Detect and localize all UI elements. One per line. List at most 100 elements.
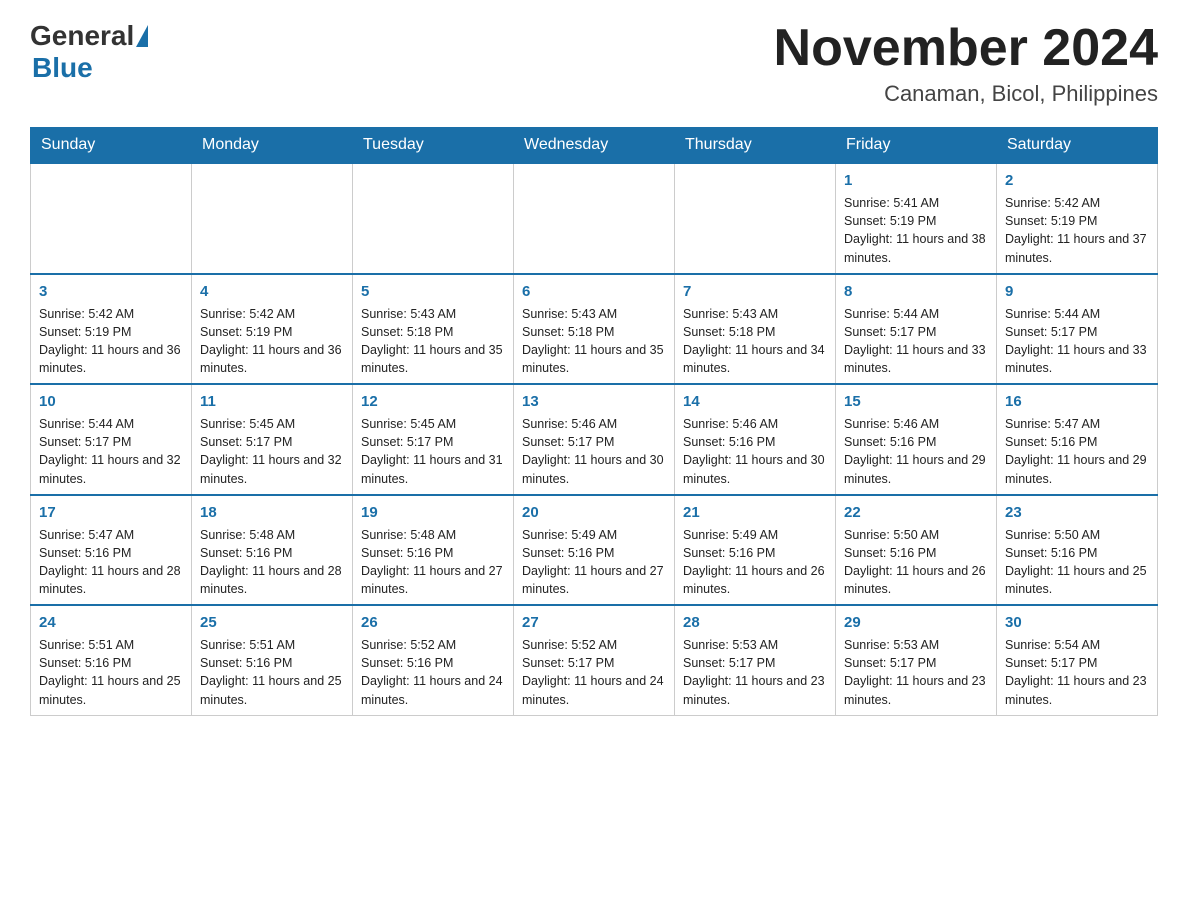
calendar-cell: 22 Sunrise: 5:50 AMSunset: 5:16 PMDayligh… (836, 495, 997, 606)
logo-triangle-icon (136, 25, 148, 47)
calendar-cell: 13Sunrise: 5:46 AMSunset: 5:17 PMDayligh… (514, 384, 675, 495)
day-number: 14 (683, 391, 827, 412)
day-number: 11 (200, 391, 344, 412)
calendar-cell: 20 Sunrise: 5:49 AMSunset: 5:16 PMDayligh… (514, 495, 675, 606)
day-info: Sunrise: 5:44 AMSunset: 5:17 PMDaylight:… (1005, 305, 1149, 378)
calendar-cell: 7 Sunrise: 5:43 AMSunset: 5:18 PMDaylight… (675, 274, 836, 385)
day-number: 30 (1005, 612, 1149, 633)
day-info: Sunrise: 5:52 AMSunset: 5:16 PMDaylight:… (361, 636, 505, 709)
calendar-cell: 10Sunrise: 5:44 AMSunset: 5:17 PMDayligh… (31, 384, 192, 495)
day-number: 8 (844, 281, 988, 302)
day-number: 13 (522, 391, 666, 412)
day-info: Sunrise: 5:46 AMSunset: 5:16 PMDaylight:… (683, 415, 827, 488)
day-info: Sunrise: 5:52 AMSunset: 5:17 PMDaylight:… (522, 636, 666, 709)
calendar-cell: 11 Sunrise: 5:45 AMSunset: 5:17 PMDayligh… (192, 384, 353, 495)
calendar-cell: 16 Sunrise: 5:47 AMSunset: 5:16 PMDayligh… (997, 384, 1158, 495)
day-info: Sunrise: 5:50 AMSunset: 5:16 PMDaylight:… (844, 526, 988, 599)
calendar-cell (31, 163, 192, 274)
calendar-cell (353, 163, 514, 274)
day-number: 21 (683, 502, 827, 523)
calendar-week-row: 10Sunrise: 5:44 AMSunset: 5:17 PMDayligh… (31, 384, 1158, 495)
day-info: Sunrise: 5:46 AMSunset: 5:16 PMDaylight:… (844, 415, 988, 488)
day-number: 17 (39, 502, 183, 523)
calendar-cell (675, 163, 836, 274)
day-number: 3 (39, 281, 183, 302)
day-info: Sunrise: 5:45 AMSunset: 5:17 PMDaylight:… (361, 415, 505, 488)
calendar-cell: 19 Sunrise: 5:48 AMSunset: 5:16 PMDayligh… (353, 495, 514, 606)
calendar-cell: 6Sunrise: 5:43 AMSunset: 5:18 PMDaylight… (514, 274, 675, 385)
day-info: Sunrise: 5:49 AMSunset: 5:16 PMDaylight:… (683, 526, 827, 599)
weekday-header-row: SundayMondayTuesdayWednesdayThursdayFrid… (31, 128, 1158, 164)
day-info: Sunrise: 5:48 AMSunset: 5:16 PMDaylight:… (200, 526, 344, 599)
calendar-cell: 5 Sunrise: 5:43 AMSunset: 5:18 PMDaylight… (353, 274, 514, 385)
day-number: 25 (200, 612, 344, 633)
weekday-header-wednesday: Wednesday (514, 128, 675, 164)
calendar-cell: 8 Sunrise: 5:44 AMSunset: 5:17 PMDaylight… (836, 274, 997, 385)
title-area: November 2024 Canaman, Bicol, Philippine… (774, 20, 1158, 107)
calendar-cell: 27 Sunrise: 5:52 AMSunset: 5:17 PMDayligh… (514, 605, 675, 715)
day-number: 4 (200, 281, 344, 302)
weekday-header-monday: Monday (192, 128, 353, 164)
day-number: 19 (361, 502, 505, 523)
day-info: Sunrise: 5:54 AMSunset: 5:17 PMDaylight:… (1005, 636, 1149, 709)
calendar-cell: 28 Sunrise: 5:53 AMSunset: 5:17 PMDayligh… (675, 605, 836, 715)
calendar-cell: 14 Sunrise: 5:46 AMSunset: 5:16 PMDayligh… (675, 384, 836, 495)
day-number: 28 (683, 612, 827, 633)
calendar-cell: 12Sunrise: 5:45 AMSunset: 5:17 PMDayligh… (353, 384, 514, 495)
day-number: 22 (844, 502, 988, 523)
day-number: 7 (683, 281, 827, 302)
weekday-header-tuesday: Tuesday (353, 128, 514, 164)
logo-general-text: General (30, 20, 134, 52)
day-number: 6 (522, 281, 666, 302)
day-info: Sunrise: 5:42 AMSunset: 5:19 PMDaylight:… (200, 305, 344, 378)
calendar-cell: 9Sunrise: 5:44 AMSunset: 5:17 PMDaylight… (997, 274, 1158, 385)
day-info: Sunrise: 5:48 AMSunset: 5:16 PMDaylight:… (361, 526, 505, 599)
calendar-cell: 2 Sunrise: 5:42 AMSunset: 5:19 PMDaylight… (997, 163, 1158, 274)
calendar-cell: 29 Sunrise: 5:53 AMSunset: 5:17 PMDayligh… (836, 605, 997, 715)
calendar-cell: 26 Sunrise: 5:52 AMSunset: 5:16 PMDayligh… (353, 605, 514, 715)
calendar-week-row: 24 Sunrise: 5:51 AMSunset: 5:16 PMDayligh… (31, 605, 1158, 715)
calendar-cell: 17 Sunrise: 5:47 AMSunset: 5:16 PMDayligh… (31, 495, 192, 606)
logo: General Blue (30, 20, 148, 84)
day-info: Sunrise: 5:47 AMSunset: 5:16 PMDaylight:… (1005, 415, 1149, 488)
calendar-cell (514, 163, 675, 274)
day-info: Sunrise: 5:51 AMSunset: 5:16 PMDaylight:… (200, 636, 344, 709)
calendar-cell: 24 Sunrise: 5:51 AMSunset: 5:16 PMDayligh… (31, 605, 192, 715)
day-number: 20 (522, 502, 666, 523)
calendar-week-row: 17 Sunrise: 5:47 AMSunset: 5:16 PMDayligh… (31, 495, 1158, 606)
day-number: 27 (522, 612, 666, 633)
calendar-table: SundayMondayTuesdayWednesdayThursdayFrid… (30, 127, 1158, 716)
day-info: Sunrise: 5:44 AMSunset: 5:17 PMDaylight:… (39, 415, 183, 488)
weekday-header-friday: Friday (836, 128, 997, 164)
calendar-cell (192, 163, 353, 274)
day-info: Sunrise: 5:41 AMSunset: 5:19 PMDaylight:… (844, 194, 988, 267)
calendar-week-row: 1 Sunrise: 5:41 AMSunset: 5:19 PMDaylight… (31, 163, 1158, 274)
day-info: Sunrise: 5:53 AMSunset: 5:17 PMDaylight:… (844, 636, 988, 709)
day-info: Sunrise: 5:47 AMSunset: 5:16 PMDaylight:… (39, 526, 183, 599)
day-info: Sunrise: 5:43 AMSunset: 5:18 PMDaylight:… (683, 305, 827, 378)
calendar-cell: 18 Sunrise: 5:48 AMSunset: 5:16 PMDayligh… (192, 495, 353, 606)
day-number: 23 (1005, 502, 1149, 523)
day-number: 29 (844, 612, 988, 633)
day-number: 5 (361, 281, 505, 302)
day-number: 24 (39, 612, 183, 633)
day-number: 16 (1005, 391, 1149, 412)
day-number: 26 (361, 612, 505, 633)
calendar-cell: 15Sunrise: 5:46 AMSunset: 5:16 PMDayligh… (836, 384, 997, 495)
location-title: Canaman, Bicol, Philippines (774, 81, 1158, 107)
day-info: Sunrise: 5:45 AMSunset: 5:17 PMDaylight:… (200, 415, 344, 488)
day-number: 1 (844, 170, 988, 191)
day-info: Sunrise: 5:42 AMSunset: 5:19 PMDaylight:… (1005, 194, 1149, 267)
weekday-header-sunday: Sunday (31, 128, 192, 164)
calendar-cell: 4 Sunrise: 5:42 AMSunset: 5:19 PMDaylight… (192, 274, 353, 385)
day-info: Sunrise: 5:42 AMSunset: 5:19 PMDaylight:… (39, 305, 183, 378)
day-number: 18 (200, 502, 344, 523)
page-header: General Blue November 2024 Canaman, Bico… (30, 20, 1158, 107)
day-info: Sunrise: 5:43 AMSunset: 5:18 PMDaylight:… (361, 305, 505, 378)
day-info: Sunrise: 5:51 AMSunset: 5:16 PMDaylight:… (39, 636, 183, 709)
calendar-cell: 3 Sunrise: 5:42 AMSunset: 5:19 PMDaylight… (31, 274, 192, 385)
day-info: Sunrise: 5:44 AMSunset: 5:17 PMDaylight:… (844, 305, 988, 378)
day-info: Sunrise: 5:49 AMSunset: 5:16 PMDaylight:… (522, 526, 666, 599)
day-number: 2 (1005, 170, 1149, 191)
day-info: Sunrise: 5:53 AMSunset: 5:17 PMDaylight:… (683, 636, 827, 709)
